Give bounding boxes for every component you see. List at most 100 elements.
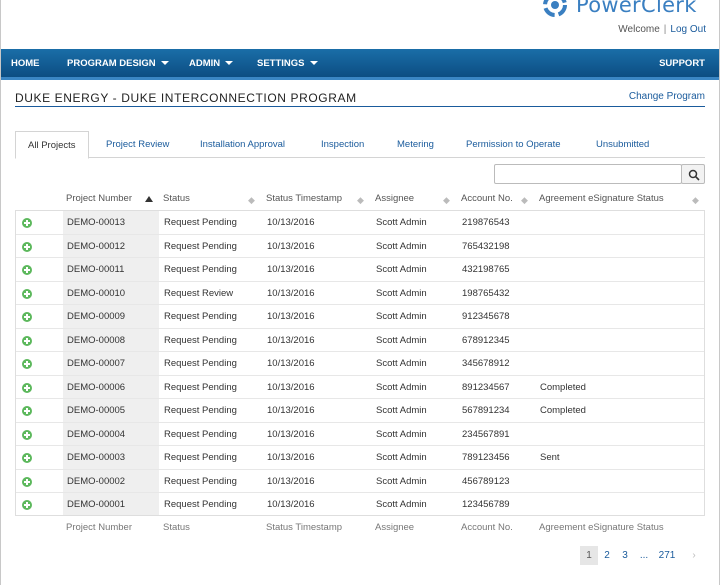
nav-program-design[interactable]: PROGRAM DESIGN: [67, 49, 169, 77]
table-cell: Request Review: [164, 287, 234, 299]
tab-project-review[interactable]: Project Review: [106, 131, 169, 158]
nav-admin[interactable]: ADMIN: [189, 49, 234, 77]
table-cell[interactable]: DEMO-00007: [67, 352, 125, 375]
expand-row-icon[interactable]: [22, 476, 32, 487]
table-cell[interactable]: DEMO-00002: [67, 470, 125, 493]
expand-row-icon[interactable]: [22, 288, 32, 299]
expand-row-icon[interactable]: [22, 312, 32, 322]
nav-settings[interactable]: SETTINGS: [257, 49, 318, 77]
table-cell[interactable]: DEMO-00013: [67, 211, 125, 234]
expand-row-icon[interactable]: [22, 406, 32, 416]
table-row[interactable]: DEMO-00008 Request Pending 10/13/2016 Scott…: [16, 329, 704, 352]
table-cell[interactable]: DEMO-00003: [67, 446, 125, 469]
table-cell[interactable]: DEMO-00008: [67, 329, 125, 352]
expand-row-icon[interactable]: [22, 335, 32, 346]
table-row[interactable]: DEMO-00006 Request Pending 10/13/2016 Scott…: [16, 376, 704, 399]
table-cell: 10/13/2016: [267, 311, 315, 322]
pin-column-icon[interactable]: ◆: [521, 195, 531, 205]
table-row[interactable]: DEMO-00005 Request Pending 10/13/2016 Scott…: [16, 399, 704, 423]
expand-row-icon[interactable]: [22, 265, 32, 275]
table-cell: Scott Admin: [376, 499, 427, 510]
table-cell: Request Pending: [164, 475, 237, 487]
table-cell[interactable]: DEMO-00010: [67, 282, 125, 305]
pin-column-icon[interactable]: ◆: [443, 195, 453, 205]
page-button-1[interactable]: 1: [580, 546, 598, 565]
page-button-last[interactable]: 271: [656, 546, 678, 565]
table-row[interactable]: DEMO-00001 Request Pending 10/13/2016 Scott…: [16, 493, 704, 517]
table-row[interactable]: DEMO-00012 Request Pending 10/13/2016 Scott…: [16, 235, 704, 258]
column-header-account-no[interactable]: Account No.: [461, 193, 513, 207]
table-cell: 234567891: [462, 428, 510, 440]
nav-support[interactable]: SUPPORT: [659, 49, 705, 77]
column-header-project-number[interactable]: Project Number: [66, 193, 132, 207]
pagination: 1 2 3 ... 271 ›: [580, 546, 705, 565]
table-cell[interactable]: DEMO-00009: [67, 305, 125, 328]
table-cell: Scott Admin: [376, 452, 427, 463]
tab-metering[interactable]: Metering: [397, 131, 434, 158]
tab-inspection[interactable]: Inspection: [321, 131, 364, 158]
table-cell: Request Pending: [164, 428, 237, 440]
table-cell[interactable]: DEMO-00012: [67, 235, 125, 258]
search-button[interactable]: [681, 164, 705, 184]
table-row[interactable]: DEMO-00002 Request Pending 10/13/2016 Scott…: [16, 470, 704, 493]
pin-column-icon[interactable]: ◆: [357, 195, 367, 205]
logout-link[interactable]: Log Out: [670, 24, 706, 35]
table-cell[interactable]: DEMO-00005: [67, 399, 125, 422]
table-cell: Scott Admin: [376, 334, 427, 346]
welcome-label: Welcome: [618, 24, 660, 35]
table-cell[interactable]: DEMO-00001: [67, 493, 125, 516]
page-button-3[interactable]: 3: [617, 546, 633, 565]
table-row[interactable]: DEMO-00003 Request Pending 10/13/2016 Scott…: [16, 446, 704, 470]
expand-row-icon[interactable]: [22, 241, 32, 252]
nav-settings-label: SETTINGS: [257, 58, 305, 69]
table-row[interactable]: DEMO-00004 Request Pending 10/13/2016 Scott…: [16, 423, 704, 446]
table-cell[interactable]: DEMO-00011: [67, 258, 124, 281]
page-button-2[interactable]: 2: [599, 546, 615, 565]
caret-down-icon: [160, 61, 169, 66]
table-cell: Scott Admin: [376, 475, 427, 487]
expand-row-icon[interactable]: [22, 429, 32, 440]
column-header-agreement-esignature-status[interactable]: Agreement eSignature Status: [539, 193, 664, 207]
table-row[interactable]: DEMO-00013 Request Pending 10/13/2016 Scott…: [16, 211, 704, 235]
tab-all-projects[interactable]: All Projects: [15, 131, 89, 159]
table-cell[interactable]: DEMO-00004: [67, 423, 125, 446]
expand-row-icon[interactable]: [22, 453, 32, 463]
pin-column-icon[interactable]: ◆: [248, 195, 258, 205]
expand-row-icon[interactable]: [22, 500, 32, 510]
table-cell: Request Pending: [164, 499, 237, 510]
table-row[interactable]: DEMO-00010 Request Review 10/13/2016 Scott …: [16, 282, 704, 305]
tab-permission-to-operate[interactable]: Permission to Operate: [466, 131, 561, 158]
search-input[interactable]: [494, 164, 682, 184]
pin-column-icon[interactable]: ◆: [692, 195, 702, 205]
expand-row-icon[interactable]: [22, 218, 32, 228]
table-cell: Request Pending: [164, 334, 237, 346]
column-header-assignee[interactable]: Assignee: [375, 193, 414, 207]
column-footer-account-no: Account No.: [461, 522, 513, 533]
column-footer-status-timestamp: Status Timestamp: [266, 522, 343, 533]
table-cell: 198765432: [462, 287, 510, 299]
table-row[interactable]: DEMO-00007 Request Pending 10/13/2016 Scott…: [16, 352, 704, 376]
chevron-right-icon[interactable]: ›: [687, 546, 701, 565]
column-header-status-timestamp[interactable]: Status Timestamp: [266, 193, 342, 207]
powerclerk-logo[interactable]: PowerClerk: [540, 0, 697, 18]
table-cell[interactable]: DEMO-00006: [67, 376, 125, 399]
column-footer-project-number: Project Number: [66, 522, 132, 533]
column-footer-status: Status: [163, 522, 190, 533]
table-cell: 891234567: [462, 381, 510, 393]
nav-home[interactable]: HOME: [11, 49, 40, 77]
logo-text: PowerClerk: [576, 0, 697, 17]
table-cell: Request Pending: [164, 452, 237, 463]
sort-ascending-icon[interactable]: [145, 196, 153, 202]
expand-row-icon[interactable]: [22, 382, 32, 393]
column-header-status[interactable]: Status: [163, 193, 190, 207]
nav-support-label: SUPPORT: [659, 58, 705, 69]
tab-installation-approval[interactable]: Installation Approval: [200, 131, 285, 158]
table-cell: 10/13/2016: [267, 264, 315, 275]
expand-row-icon[interactable]: [22, 359, 32, 369]
table-cell: 678912345: [462, 334, 510, 346]
tab-unsubmitted[interactable]: Unsubmitted: [596, 131, 649, 158]
table-row[interactable]: DEMO-00011 Request Pending 10/13/2016 Scott…: [16, 258, 704, 282]
table-row[interactable]: DEMO-00009 Request Pending 10/13/2016 Scott…: [16, 305, 704, 329]
caret-down-icon: [225, 61, 234, 66]
change-program-link[interactable]: Change Program: [629, 91, 705, 102]
